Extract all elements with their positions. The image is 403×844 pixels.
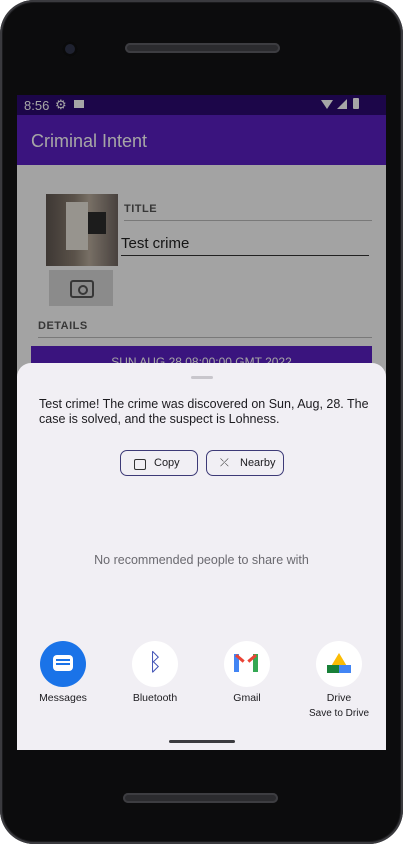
copy-label: Copy (154, 457, 180, 469)
app-name: Drive (326, 692, 352, 704)
app-name: Bluetooth (132, 692, 178, 704)
navigation-bar (17, 735, 386, 750)
messages-icon (40, 641, 86, 687)
drive-icon (316, 641, 362, 687)
share-app-drive[interactable]: Drive Save to Drive (299, 641, 379, 719)
nearby-button[interactable]: ⤫ Nearby (206, 450, 284, 476)
bottom-speaker (123, 793, 278, 803)
copy-button[interactable]: Copy (120, 450, 198, 476)
copy-icon (134, 459, 146, 470)
screen: 8:56 ⚙ Criminal Intent TITLE DETAILS (17, 95, 386, 750)
phone-frame: 8:56 ⚙ Criminal Intent TITLE DETAILS (0, 0, 403, 844)
app-name: Messages (39, 692, 87, 704)
no-recommendations: No recommended people to share with (94, 553, 309, 567)
earpiece-speaker (125, 43, 280, 53)
app-name: Gmail (233, 692, 261, 704)
share-text: Test crime! The crime was discovered on … (39, 397, 369, 426)
sheet-handle[interactable] (191, 376, 213, 379)
share-sheet: Test crime! The crime was discovered on … (17, 363, 386, 750)
nearby-label: Nearby (240, 457, 276, 469)
share-app-bluetooth[interactable]: ᛒ Bluetooth (115, 641, 195, 704)
nearby-icon: ⤫ (220, 457, 229, 469)
app-subtitle: Save to Drive (308, 708, 370, 719)
share-app-gmail[interactable]: Gmail (207, 641, 287, 704)
bluetooth-icon: ᛒ (132, 641, 178, 687)
gmail-icon (224, 641, 270, 687)
share-app-messages[interactable]: Messages (23, 641, 103, 704)
front-camera (62, 41, 78, 57)
home-gesture-pill[interactable] (169, 740, 235, 743)
